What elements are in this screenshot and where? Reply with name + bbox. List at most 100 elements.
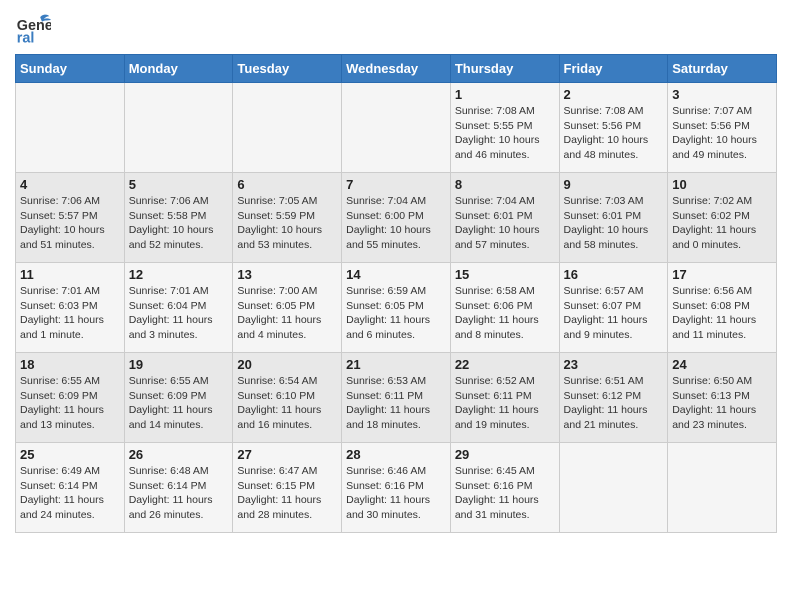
calendar-cell: 15 Sunrise: 6:58 AM Sunset: 6:06 PM Dayli… [450,263,559,353]
weekday-header-wednesday: Wednesday [342,55,451,83]
day-number: 24 [672,357,772,372]
day-info: Sunrise: 6:51 AM Sunset: 6:12 PM Dayligh… [564,374,664,433]
day-info: Sunrise: 7:08 AM Sunset: 5:56 PM Dayligh… [564,104,664,163]
calendar-cell: 20 Sunrise: 6:54 AM Sunset: 6:10 PM Dayli… [233,353,342,443]
calendar-cell: 23 Sunrise: 6:51 AM Sunset: 6:12 PM Dayli… [559,353,668,443]
calendar-cell: 27 Sunrise: 6:47 AM Sunset: 6:15 PM Dayli… [233,443,342,533]
calendar-cell: 17 Sunrise: 6:56 AM Sunset: 6:08 PM Dayli… [668,263,777,353]
header: Gene ral [15,10,777,46]
day-info: Sunrise: 7:04 AM Sunset: 6:00 PM Dayligh… [346,194,446,253]
day-info: Sunrise: 7:03 AM Sunset: 6:01 PM Dayligh… [564,194,664,253]
day-number: 9 [564,177,664,192]
day-number: 8 [455,177,555,192]
calendar-cell: 26 Sunrise: 6:48 AM Sunset: 6:14 PM Dayli… [124,443,233,533]
calendar-week-5: 25Sunrise: 6:49 AM Sunset: 6:14 PM Dayli… [16,443,777,533]
day-number: 10 [672,177,772,192]
day-number: 11 [20,267,120,282]
calendar-cell [342,83,451,173]
weekday-header-thursday: Thursday [450,55,559,83]
day-number: 28 [346,447,446,462]
calendar-cell: 22Sunrise: 6:52 AM Sunset: 6:11 PM Dayli… [450,353,559,443]
calendar-cell: 19 Sunrise: 6:55 AM Sunset: 6:09 PM Dayli… [124,353,233,443]
day-number: 23 [564,357,664,372]
calendar-cell: 18 Sunrise: 6:55 AM Sunset: 6:09 PM Dayli… [16,353,125,443]
day-number: 22 [455,357,555,372]
calendar-cell: 2 Sunrise: 7:08 AM Sunset: 5:56 PM Daylig… [559,83,668,173]
day-number: 29 [455,447,555,462]
calendar-table: SundayMondayTuesdayWednesdayThursdayFrid… [15,54,777,533]
day-info: Sunrise: 7:07 AM Sunset: 5:56 PM Dayligh… [672,104,772,163]
day-number: 13 [237,267,337,282]
calendar-cell: 3Sunrise: 7:07 AM Sunset: 5:56 PM Daylig… [668,83,777,173]
weekday-header-tuesday: Tuesday [233,55,342,83]
calendar-cell: 28 Sunrise: 6:46 AM Sunset: 6:16 PM Dayli… [342,443,451,533]
calendar-cell [559,443,668,533]
calendar-week-3: 11 Sunrise: 7:01 AM Sunset: 6:03 PM Dayli… [16,263,777,353]
day-number: 20 [237,357,337,372]
logo-icon: Gene ral [15,10,51,46]
calendar-week-1: 1 Sunrise: 7:08 AM Sunset: 5:55 PM Daylig… [16,83,777,173]
day-number: 17 [672,267,772,282]
day-info: Sunrise: 6:58 AM Sunset: 6:06 PM Dayligh… [455,284,555,343]
day-number: 27 [237,447,337,462]
calendar-cell: 24 Sunrise: 6:50 AM Sunset: 6:13 PM Dayli… [668,353,777,443]
day-number: 18 [20,357,120,372]
calendar-cell: 12 Sunrise: 7:01 AM Sunset: 6:04 PM Dayli… [124,263,233,353]
day-info: Sunrise: 7:01 AM Sunset: 6:03 PM Dayligh… [20,284,120,343]
day-number: 4 [20,177,120,192]
weekday-header-saturday: Saturday [668,55,777,83]
day-info: Sunrise: 7:06 AM Sunset: 5:58 PM Dayligh… [129,194,229,253]
logo: Gene ral [15,10,55,46]
day-info: Sunrise: 7:01 AM Sunset: 6:04 PM Dayligh… [129,284,229,343]
day-info: Sunrise: 7:08 AM Sunset: 5:55 PM Dayligh… [455,104,555,163]
day-info: Sunrise: 7:00 AM Sunset: 6:05 PM Dayligh… [237,284,337,343]
day-number: 21 [346,357,446,372]
calendar-cell [16,83,125,173]
calendar-cell: 9 Sunrise: 7:03 AM Sunset: 6:01 PM Daylig… [559,173,668,263]
day-number: 26 [129,447,229,462]
weekday-header-sunday: Sunday [16,55,125,83]
weekday-header-row: SundayMondayTuesdayWednesdayThursdayFrid… [16,55,777,83]
day-info: Sunrise: 6:55 AM Sunset: 6:09 PM Dayligh… [129,374,229,433]
calendar-cell: 6Sunrise: 7:05 AM Sunset: 5:59 PM Daylig… [233,173,342,263]
day-info: Sunrise: 6:59 AM Sunset: 6:05 PM Dayligh… [346,284,446,343]
day-info: Sunrise: 6:47 AM Sunset: 6:15 PM Dayligh… [237,464,337,523]
calendar-cell: 11 Sunrise: 7:01 AM Sunset: 6:03 PM Dayli… [16,263,125,353]
day-number: 19 [129,357,229,372]
day-info: Sunrise: 6:49 AM Sunset: 6:14 PM Dayligh… [20,464,120,523]
svg-text:ral: ral [17,30,35,46]
calendar-cell: 13 Sunrise: 7:00 AM Sunset: 6:05 PM Dayli… [233,263,342,353]
day-info: Sunrise: 7:06 AM Sunset: 5:57 PM Dayligh… [20,194,120,253]
calendar-cell: 8 Sunrise: 7:04 AM Sunset: 6:01 PM Daylig… [450,173,559,263]
day-info: Sunrise: 6:50 AM Sunset: 6:13 PM Dayligh… [672,374,772,433]
day-number: 7 [346,177,446,192]
day-number: 15 [455,267,555,282]
calendar-cell: 29 Sunrise: 6:45 AM Sunset: 6:16 PM Dayli… [450,443,559,533]
day-number: 1 [455,87,555,102]
day-info: Sunrise: 7:04 AM Sunset: 6:01 PM Dayligh… [455,194,555,253]
day-info: Sunrise: 6:48 AM Sunset: 6:14 PM Dayligh… [129,464,229,523]
calendar-cell: 10 Sunrise: 7:02 AM Sunset: 6:02 PM Dayli… [668,173,777,263]
day-number: 14 [346,267,446,282]
calendar-cell: 14 Sunrise: 6:59 AM Sunset: 6:05 PM Dayli… [342,263,451,353]
day-number: 12 [129,267,229,282]
weekday-header-friday: Friday [559,55,668,83]
day-number: 2 [564,87,664,102]
calendar-cell: 21 Sunrise: 6:53 AM Sunset: 6:11 PM Dayli… [342,353,451,443]
day-info: Sunrise: 6:53 AM Sunset: 6:11 PM Dayligh… [346,374,446,433]
day-info: Sunrise: 6:56 AM Sunset: 6:08 PM Dayligh… [672,284,772,343]
calendar-cell [124,83,233,173]
day-info: Sunrise: 7:02 AM Sunset: 6:02 PM Dayligh… [672,194,772,253]
day-info: Sunrise: 6:55 AM Sunset: 6:09 PM Dayligh… [20,374,120,433]
calendar-cell: 25Sunrise: 6:49 AM Sunset: 6:14 PM Dayli… [16,443,125,533]
day-info: Sunrise: 6:57 AM Sunset: 6:07 PM Dayligh… [564,284,664,343]
day-info: Sunrise: 6:46 AM Sunset: 6:16 PM Dayligh… [346,464,446,523]
day-number: 16 [564,267,664,282]
calendar-cell: 16 Sunrise: 6:57 AM Sunset: 6:07 PM Dayli… [559,263,668,353]
calendar-cell: 5Sunrise: 7:06 AM Sunset: 5:58 PM Daylig… [124,173,233,263]
calendar-cell: 1 Sunrise: 7:08 AM Sunset: 5:55 PM Daylig… [450,83,559,173]
calendar-cell: 4 Sunrise: 7:06 AM Sunset: 5:57 PM Daylig… [16,173,125,263]
calendar-cell: 7 Sunrise: 7:04 AM Sunset: 6:00 PM Daylig… [342,173,451,263]
day-info: Sunrise: 6:45 AM Sunset: 6:16 PM Dayligh… [455,464,555,523]
day-info: Sunrise: 6:54 AM Sunset: 6:10 PM Dayligh… [237,374,337,433]
